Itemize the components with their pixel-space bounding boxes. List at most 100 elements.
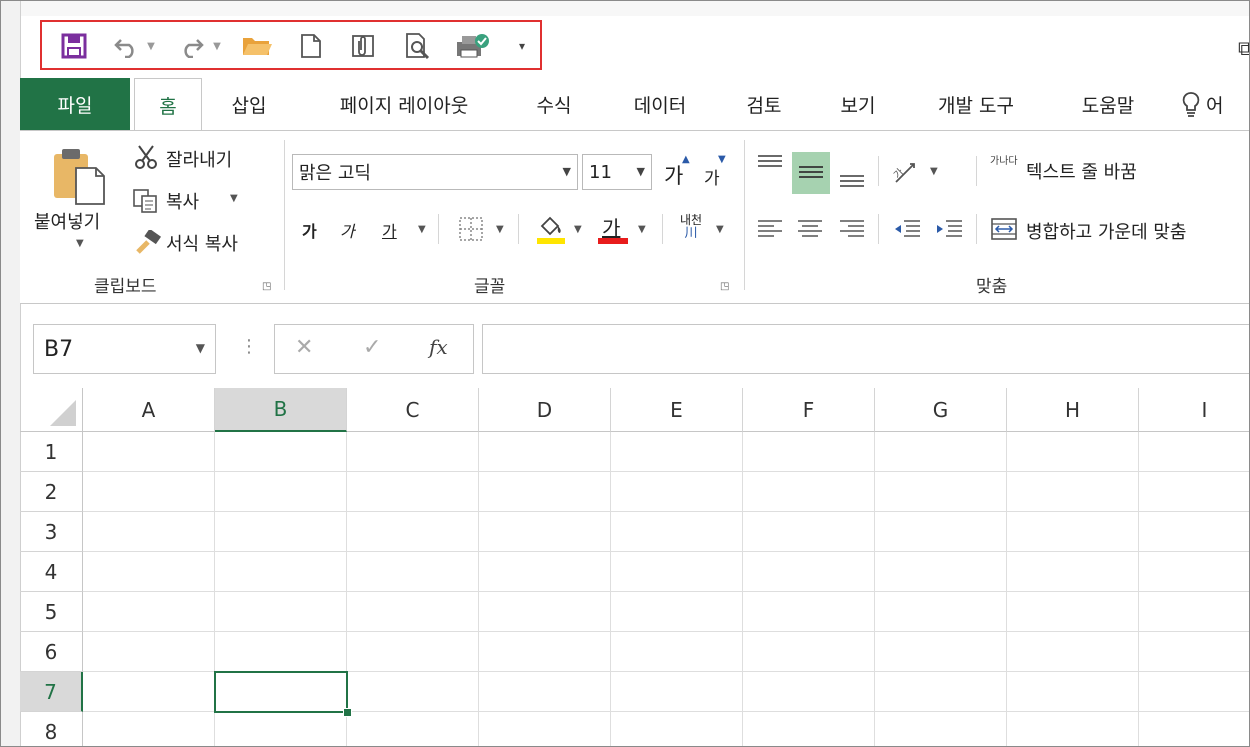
tab-view[interactable]: 보기	[822, 78, 894, 130]
align-left-icon[interactable]	[756, 218, 784, 240]
font-name-combo[interactable]: 맑은 고딕 ▼	[292, 154, 578, 190]
tab-insert[interactable]: 삽입	[212, 78, 286, 130]
bold-button[interactable]: 가	[302, 218, 317, 242]
orientation-dropdown-icon[interactable]: ▼	[930, 166, 938, 177]
font-size-combo[interactable]: 11 ▼	[582, 154, 652, 190]
align-center-icon[interactable]	[796, 218, 824, 240]
restore-icon[interactable]: ⧉	[1238, 36, 1250, 60]
merge-center-button[interactable]: 병합하고 가운데 맞춤	[1026, 218, 1186, 244]
row-header-6[interactable]: 6	[20, 632, 83, 672]
row-header-1[interactable]: 1	[20, 432, 83, 472]
align-top-icon[interactable]	[756, 152, 784, 172]
paste-icon[interactable]	[50, 146, 110, 206]
tab-file[interactable]: 파일	[20, 78, 130, 130]
shrink-font-button[interactable]: 가 ▼	[704, 154, 726, 189]
phonetic-dropdown-icon[interactable]: ▼	[716, 224, 724, 235]
column-header-g[interactable]: G	[875, 388, 1007, 432]
divider	[878, 156, 879, 186]
gridline-vertical	[742, 432, 743, 747]
row-header-2[interactable]: 2	[20, 472, 83, 512]
fill-handle[interactable]	[343, 708, 352, 717]
wrap-text-icon: 가나다	[990, 156, 1018, 167]
gridline-horizontal	[83, 551, 1250, 552]
paste-dropdown-icon[interactable]: ▼	[76, 238, 84, 249]
wrap-text-button[interactable]: 텍스트 줄 바꿈	[1026, 158, 1137, 184]
increase-indent-icon[interactable]	[934, 218, 964, 240]
gridline-vertical	[478, 432, 479, 747]
phonetic-marker-icon: 川	[684, 226, 698, 241]
undo-icon[interactable]	[112, 32, 142, 60]
save-icon[interactable]	[58, 32, 90, 60]
undo-dropdown-icon[interactable]: ▼	[144, 32, 158, 60]
underline-button[interactable]: 가	[382, 218, 397, 242]
decrease-indent-icon[interactable]	[892, 218, 922, 240]
orientation-icon[interactable]: 가	[891, 158, 922, 188]
tab-page-layout[interactable]: 페이지 레이아웃	[308, 78, 500, 130]
chevron-down-icon[interactable]: ▼	[637, 165, 645, 178]
row-header-7[interactable]: 7	[20, 672, 83, 712]
tab-review[interactable]: 검토	[728, 78, 800, 130]
paste-button[interactable]: 붙여넣기	[34, 208, 100, 234]
group-separator	[284, 140, 285, 290]
copy-button[interactable]: 복사	[166, 188, 199, 214]
formula-bar-grip-icon[interactable]: ⋮	[240, 336, 258, 357]
divider	[976, 156, 977, 186]
formula-input[interactable]	[482, 324, 1250, 374]
font-color-button[interactable]: 가	[598, 212, 630, 246]
redo-dropdown-icon[interactable]: ▼	[210, 32, 224, 60]
borders-icon[interactable]	[458, 216, 484, 242]
tab-data[interactable]: 데이터	[612, 78, 708, 130]
font-size-value: 11	[589, 161, 612, 183]
open-folder-icon[interactable]	[240, 32, 274, 60]
column-header-i[interactable]: I	[1139, 388, 1250, 432]
customize-dropdown-icon[interactable]: ▾	[512, 32, 532, 60]
chevron-down-icon[interactable]: ▼	[563, 165, 571, 178]
tab-home[interactable]: 홈	[134, 78, 202, 132]
font-launcher-icon[interactable]: ◳	[720, 281, 730, 292]
column-header-h[interactable]: H	[1007, 388, 1139, 432]
phonetic-button[interactable]: 내천 川	[676, 214, 706, 241]
select-all-corner[interactable]	[20, 388, 83, 432]
redo-icon[interactable]	[176, 32, 206, 60]
align-middle-icon[interactable]	[797, 162, 825, 182]
cut-button[interactable]: 잘라내기	[166, 146, 232, 172]
tab-formulas[interactable]: 수식	[516, 78, 592, 130]
align-bottom-icon[interactable]	[838, 170, 866, 190]
row-header-4[interactable]: 4	[20, 552, 83, 592]
tell-me-search[interactable]: 어	[1180, 78, 1250, 130]
column-header-b[interactable]: B	[215, 388, 347, 432]
copy-dropdown-icon[interactable]: ▼	[230, 193, 238, 204]
row-header-5[interactable]: 5	[20, 592, 83, 632]
column-header-a[interactable]: A	[83, 388, 215, 432]
name-box[interactable]: B7 ▼	[33, 324, 216, 374]
font-color-dropdown-icon[interactable]: ▼	[638, 224, 646, 235]
row-header-3[interactable]: 3	[20, 512, 83, 552]
new-file-icon[interactable]	[298, 32, 324, 60]
enter-entry-button[interactable]: ✓	[363, 335, 381, 360]
active-cell[interactable]	[214, 671, 348, 713]
tab-developer[interactable]: 개발 도구	[916, 78, 1036, 130]
column-header-c[interactable]: C	[347, 388, 479, 432]
spreadsheet-grid[interactable]: ABCDEFGHI 12345678	[20, 388, 1250, 747]
chevron-down-icon[interactable]: ▼	[196, 341, 205, 355]
publish-icon[interactable]	[454, 32, 492, 60]
column-header-d[interactable]: D	[479, 388, 611, 432]
print-preview-icon[interactable]	[402, 32, 434, 60]
column-header-e[interactable]: E	[611, 388, 743, 432]
cancel-entry-button[interactable]: ✕	[295, 335, 313, 360]
row-header-8[interactable]: 8	[20, 712, 83, 747]
grow-font-button[interactable]: 가 ▲	[664, 154, 690, 190]
column-header-f[interactable]: F	[743, 388, 875, 432]
attach-icon[interactable]	[346, 32, 380, 60]
italic-button[interactable]: 가	[340, 218, 355, 242]
borders-dropdown-icon[interactable]: ▼	[496, 224, 504, 235]
format-painter-button[interactable]: 서식 복사	[166, 230, 238, 256]
insert-function-button[interactable]: fx	[429, 335, 448, 359]
divider	[976, 214, 977, 244]
fill-color-dropdown-icon[interactable]: ▼	[574, 224, 582, 235]
align-right-icon[interactable]	[838, 218, 866, 240]
underline-dropdown-icon[interactable]: ▼	[418, 224, 426, 235]
fill-color-icon[interactable]	[536, 212, 566, 246]
clipboard-launcher-icon[interactable]: ◳	[262, 281, 272, 292]
tab-help[interactable]: 도움말	[1060, 78, 1156, 130]
